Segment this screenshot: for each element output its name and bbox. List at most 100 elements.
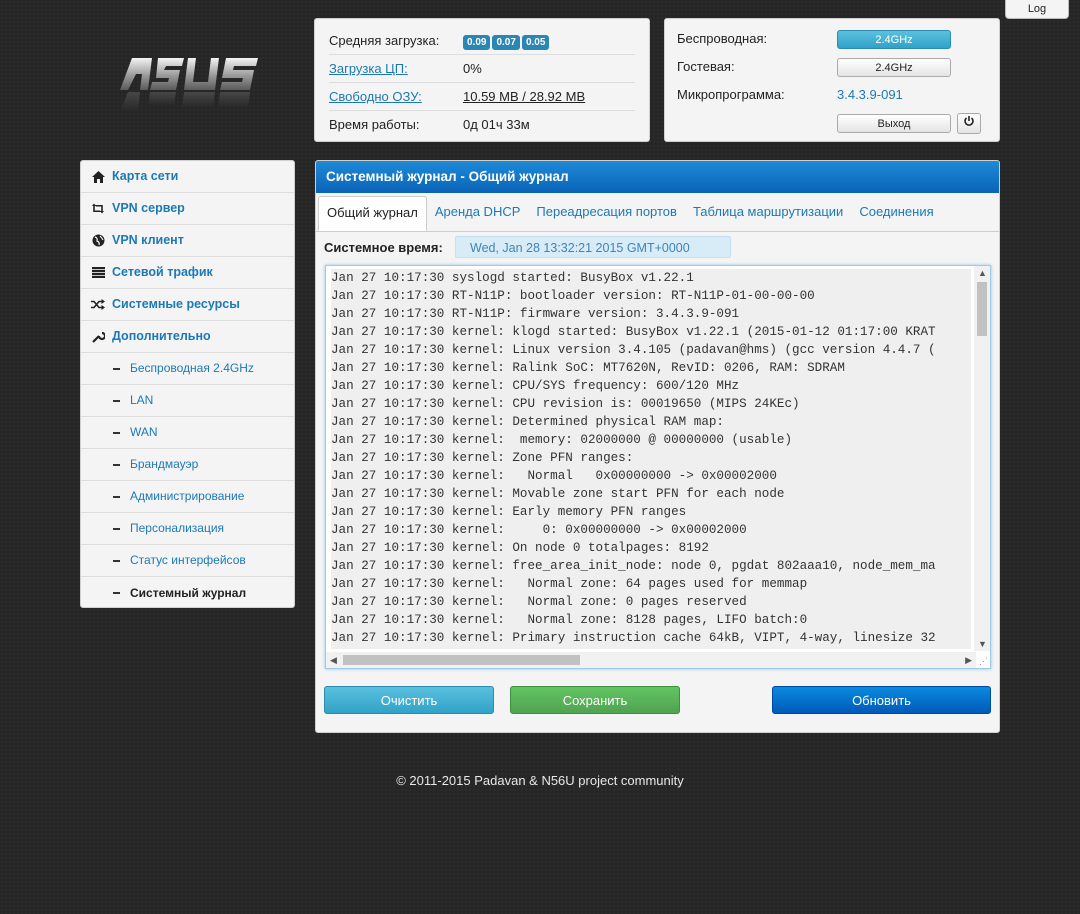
log-line: Jan 27 10:17:30 kernel: Zone PFN ranges: xyxy=(331,451,634,465)
sidebar-subitem-wireless[interactable]: Беспроводная 2.4GHz xyxy=(81,353,294,385)
system-time-value: Wed, Jan 28 13:32:21 2015 GMT+0000 xyxy=(455,236,731,258)
tab-dhcp-leases[interactable]: Аренда DHCP xyxy=(427,195,529,231)
dash-icon xyxy=(113,527,120,530)
tab-connections[interactable]: Соединения xyxy=(851,195,941,231)
sidebar-subitem-firewall[interactable]: Брандмауэр xyxy=(81,449,294,481)
log-line: Jan 27 10:17:30 RT-N11P: bootloader vers… xyxy=(331,289,815,303)
firmware-label: Микропрограмма: xyxy=(677,87,785,102)
load-badge-15: 0.05 xyxy=(521,35,550,50)
sidebar-subitem-label: Системный журнал xyxy=(130,585,247,600)
sidebar-item-label: Системные ресурсы xyxy=(112,297,240,311)
sidebar-subitem-label: Беспроводная 2.4GHz xyxy=(130,361,254,375)
sidebar-item-label: VPN клиент xyxy=(112,233,184,247)
free-ram-value: 10.59 MB / 28.92 MB xyxy=(463,89,586,104)
dash-icon xyxy=(113,592,120,594)
scroll-down-icon[interactable]: ▼ xyxy=(978,639,987,649)
dash-icon xyxy=(113,367,120,370)
sidebar-subitem-wan[interactable]: WAN xyxy=(81,417,294,449)
dash-icon xyxy=(113,431,120,434)
cpu-load-link[interactable]: Загрузка ЦП: xyxy=(329,61,408,76)
log-line: Jan 27 10:17:30 RT-N11P: firmware versio… xyxy=(331,307,740,321)
asus-logo xyxy=(118,54,263,114)
free-ram-link[interactable]: Свободно ОЗУ: xyxy=(329,89,422,104)
log-line: Jan 27 10:17:30 kernel: free_area_init_n… xyxy=(331,559,936,573)
sidebar-subitem-interface-status[interactable]: Статус интерфейсов xyxy=(81,545,294,577)
log-line: Jan 27 10:17:30 syslogd started: BusyBox… xyxy=(331,271,694,285)
vertical-scroll-thumb[interactable] xyxy=(977,282,987,336)
sidebar: Карта сети VPN сервер VPN клиент Сетевой… xyxy=(80,160,295,608)
sidebar-subitem-administration[interactable]: Администрирование xyxy=(81,481,294,513)
wireless-2ghz-button[interactable]: 2.4GHz xyxy=(837,29,951,49)
log-line: Jan 27 10:17:30 kernel: Primary instruct… xyxy=(331,631,936,645)
log-line: Jan 27 10:17:30 kernel: Early memory PFN… xyxy=(331,505,687,519)
log-line: Jan 27 10:17:30 kernel: Determined physi… xyxy=(331,415,724,429)
tab-bar: Общий журнал Аренда DHCP Переадресация п… xyxy=(316,195,999,232)
log-line: Jan 27 10:17:30 kernel: memory: 02000000… xyxy=(331,433,793,447)
log-line: Jan 27 10:17:30 kernel: Normal zone: 0 p… xyxy=(331,595,747,609)
sidebar-item-label: Дополнительно xyxy=(112,329,211,343)
sidebar-subitem-label: Администрирование xyxy=(130,489,245,503)
retweet-icon xyxy=(91,202,105,216)
dash-icon xyxy=(113,463,120,466)
wireless-panel: Беспроводная: 2.4GHz Гостевая: 2.4GHz Ми… xyxy=(664,18,1000,142)
load-badge-5: 0.07 xyxy=(492,35,520,50)
scroll-up-icon[interactable]: ▲ xyxy=(978,268,987,278)
load-label: Средняя загрузка: xyxy=(329,33,440,48)
save-button[interactable]: Сохранить xyxy=(510,686,680,714)
log-button[interactable]: Log xyxy=(1005,0,1069,19)
log-line: Jan 27 10:17:30 kernel: 0: 0x00000000 ->… xyxy=(331,523,747,537)
scroll-left-icon[interactable]: ◀ xyxy=(330,655,337,666)
sidebar-item-label: Карта сети xyxy=(112,169,179,183)
power-button[interactable] xyxy=(957,112,981,134)
globe-icon xyxy=(91,234,105,248)
sidebar-item-advanced[interactable]: Дополнительно xyxy=(81,321,294,353)
scroll-right-icon[interactable]: ▶ xyxy=(965,655,972,666)
resize-handle-icon[interactable]: ⋰ xyxy=(979,656,988,667)
main-panel: Системный журнал - Общий журнал Общий жу… xyxy=(315,160,1000,733)
log-line: Jan 27 10:17:30 kernel: Normal 0x0000000… xyxy=(331,469,777,483)
sidebar-item-vpn-server[interactable]: VPN сервер xyxy=(81,193,294,225)
horizontal-scrollbar[interactable]: ◀ ▶ xyxy=(326,652,976,668)
log-content: Jan 27 10:17:30 syslogd started: BusyBox… xyxy=(331,269,971,649)
log-line: Jan 27 10:17:30 kernel: CPU/SYS frequenc… xyxy=(331,379,740,393)
tab-port-forwarding[interactable]: Переадресация портов xyxy=(528,195,685,231)
tab-general-log[interactable]: Общий журнал xyxy=(318,196,427,231)
guest-label: Гостевая: xyxy=(677,59,735,74)
clear-button[interactable]: Очистить xyxy=(324,686,494,714)
sidebar-subitem-personalization[interactable]: Персонализация xyxy=(81,513,294,545)
firmware-version-link[interactable]: 3.4.3.9-091 xyxy=(837,81,903,109)
cpu-load-value: 0% xyxy=(463,61,482,76)
dash-icon xyxy=(113,399,120,402)
sidebar-item-network-map[interactable]: Карта сети xyxy=(81,161,294,193)
tab-routing-table[interactable]: Таблица маршрутизации xyxy=(685,195,851,231)
logout-button[interactable]: Выход xyxy=(837,113,951,133)
sidebar-item-label: VPN сервер xyxy=(112,201,185,215)
page-title: Системный журнал - Общий журнал xyxy=(316,161,999,193)
horizontal-scroll-thumb[interactable] xyxy=(343,655,580,665)
log-textarea[interactable]: Jan 27 10:17:30 syslogd started: BusyBox… xyxy=(325,265,991,669)
dash-icon xyxy=(113,495,120,498)
sidebar-subitem-label: Статус интерфейсов xyxy=(130,553,246,567)
log-line: Jan 27 10:17:30 kernel: Ralink SoC: MT76… xyxy=(331,361,845,375)
sidebar-subitem-lan[interactable]: LAN xyxy=(81,385,294,417)
log-line: Jan 27 10:17:30 kernel: CPU revision is:… xyxy=(331,397,800,411)
vertical-scrollbar[interactable]: ▲ ▼ xyxy=(974,266,990,651)
refresh-button[interactable]: Обновить xyxy=(772,686,991,714)
sidebar-subitem-system-log[interactable]: Системный журнал xyxy=(81,577,294,609)
guest-2ghz-button[interactable]: 2.4GHz xyxy=(837,57,951,77)
log-line: Jan 27 10:17:30 kernel: Movable zone sta… xyxy=(331,487,785,501)
log-line: Jan 27 10:17:30 kernel: Normal zone: 64 … xyxy=(331,577,808,591)
load-values: 0.09 0.07 0.05 xyxy=(463,27,635,54)
home-icon xyxy=(91,170,105,184)
sidebar-item-system-resources[interactable]: Системные ресурсы xyxy=(81,289,294,321)
system-time-label: Системное время: xyxy=(324,239,443,255)
sidebar-item-label: Сетевой трафик xyxy=(112,265,213,279)
sidebar-item-vpn-client[interactable]: VPN клиент xyxy=(81,225,294,257)
uptime-label: Время работы: xyxy=(329,117,420,132)
sidebar-item-network-traffic[interactable]: Сетевой трафик xyxy=(81,257,294,289)
log-line: Jan 27 10:17:30 kernel: On node 0 totalp… xyxy=(331,541,709,555)
dash-icon xyxy=(113,559,120,562)
uptime-value: 0д 01ч 33м xyxy=(463,117,530,132)
footer-copyright: © 2011-2015 Padavan & N56U project commu… xyxy=(396,773,684,788)
log-line: Jan 27 10:17:30 kernel: Normal zone: 812… xyxy=(331,613,808,627)
